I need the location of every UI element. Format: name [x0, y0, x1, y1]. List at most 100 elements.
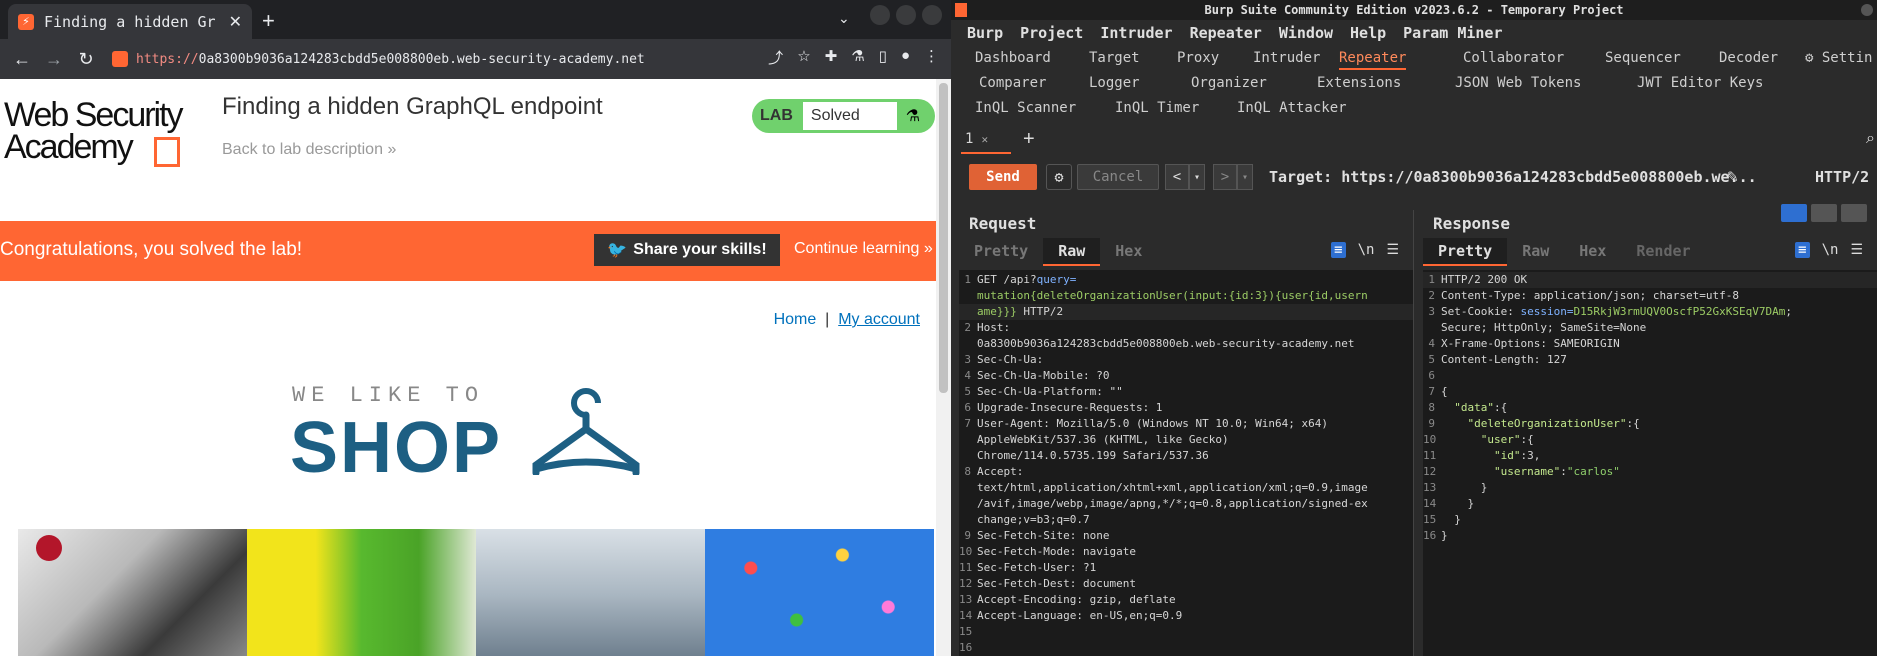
- menu-intruder[interactable]: Intruder: [1100, 24, 1172, 42]
- word-wrap-icon[interactable]: ≡: [1795, 242, 1810, 258]
- chevron-down-icon[interactable]: ⌄: [838, 10, 850, 27]
- tab-inql-timer[interactable]: InQL Timer: [1115, 96, 1199, 120]
- menu-window[interactable]: Window: [1279, 24, 1333, 42]
- back-arrow-icon[interactable]: ←: [6, 49, 38, 70]
- response-tab-pretty[interactable]: Pretty: [1423, 238, 1508, 266]
- layout-stacked-icon[interactable]: [1811, 204, 1837, 222]
- response-tab-raw[interactable]: Raw: [1507, 238, 1564, 266]
- response-editor[interactable]: 1 HTTP/2 200 OK 2 Content-Type: application…: [1423, 270, 1877, 656]
- line-number: 13: [959, 593, 973, 606]
- page-scrollbar[interactable]: [936, 79, 951, 656]
- congrats-text: Congratulations, you solved the lab!: [0, 239, 303, 260]
- word-wrap-icon[interactable]: ≡: [1331, 242, 1346, 258]
- request-tab-pretty[interactable]: Pretty: [959, 238, 1043, 266]
- back-to-lab-description-link[interactable]: Back to lab description »: [222, 141, 396, 159]
- close-tab-icon[interactable]: ✕: [981, 133, 988, 146]
- request-editor[interactable]: 1 GET /api?query= mutation{deleteOrganizat…: [959, 270, 1413, 656]
- add-tab-icon[interactable]: +: [1023, 128, 1035, 151]
- repeater-tab-1[interactable]: 1 ✕: [961, 126, 1011, 154]
- layout-tabs-icon[interactable]: [1841, 204, 1867, 222]
- edit-target-pencil-icon[interactable]: ✎: [1727, 166, 1738, 187]
- forward-arrow-icon[interactable]: →: [38, 49, 70, 70]
- profile-icon[interactable]: ●: [901, 47, 910, 68]
- tab-intruder[interactable]: Intruder: [1253, 46, 1320, 70]
- tab-settings[interactable]: ⚙ Settin: [1805, 46, 1872, 70]
- show-newlines-toggle[interactable]: \n: [1358, 242, 1375, 258]
- response-tab-render[interactable]: Render: [1621, 238, 1705, 266]
- line-number: 16: [1423, 529, 1437, 542]
- more-menu-icon[interactable]: ⋮: [924, 47, 939, 68]
- history-forward-dropdown-icon[interactable]: ▾: [1237, 164, 1253, 190]
- my-account-link[interactable]: My account: [838, 311, 920, 328]
- tab-dashboard[interactable]: Dashboard: [975, 46, 1051, 70]
- tab-comparer[interactable]: Comparer: [979, 71, 1046, 95]
- tab-sequencer[interactable]: Sequencer: [1605, 46, 1681, 70]
- site-info-icon[interactable]: [112, 51, 128, 67]
- continue-learning-link[interactable]: Continue learning »: [794, 240, 933, 258]
- window-maximize-button[interactable]: [896, 5, 916, 25]
- lab-flask-icon[interactable]: ⚗: [851, 47, 864, 68]
- tab-jwt-editor-keys[interactable]: JWT Editor Keys: [1637, 71, 1763, 95]
- history-forward-button[interactable]: >: [1213, 164, 1237, 190]
- menu-burp[interactable]: Burp: [967, 24, 1003, 42]
- toolbar-icons: ⤴ ☆ ✚ ⚗ ▯ ● ⋮: [768, 47, 939, 68]
- tab-inql-scanner[interactable]: InQL Scanner: [975, 96, 1076, 120]
- request-tab-raw[interactable]: Raw: [1043, 238, 1101, 266]
- tab-collaborator[interactable]: Collaborator: [1463, 46, 1564, 70]
- line-number: 1: [1428, 273, 1435, 286]
- request-tab-hex[interactable]: Hex: [1100, 238, 1157, 266]
- tab-json-web-tokens[interactable]: JSON Web Tokens: [1455, 71, 1581, 95]
- menu-help[interactable]: Help: [1350, 24, 1386, 42]
- window-minimize-button[interactable]: [870, 5, 890, 25]
- layout-side-by-side-icon[interactable]: [1781, 204, 1807, 222]
- tab-extensions[interactable]: Extensions: [1317, 71, 1401, 95]
- cancel-button[interactable]: Cancel: [1077, 164, 1159, 190]
- menu-project[interactable]: Project: [1020, 24, 1083, 42]
- tab-organizer[interactable]: Organizer: [1191, 71, 1267, 95]
- editor-menu-icon[interactable]: ☰: [1386, 242, 1399, 258]
- share-icon[interactable]: ⤴: [768, 47, 783, 68]
- response-tab-hex[interactable]: Hex: [1564, 238, 1621, 266]
- tab-target[interactable]: Target: [1089, 46, 1140, 70]
- line-number: 11: [959, 561, 973, 574]
- settings-gear-icon[interactable]: ⚙: [1046, 164, 1072, 190]
- code-token: mutation{deleteOrganizationUser(input:{i…: [977, 289, 1368, 302]
- product-image-bucket-of-doom[interactable]: [247, 529, 476, 656]
- product-image-balloons[interactable]: [705, 529, 934, 656]
- history-back-dropdown-icon[interactable]: ▾: [1189, 164, 1205, 190]
- tab-inql-attacker[interactable]: InQL Attacker: [1237, 96, 1347, 120]
- search-icon[interactable]: ⌕: [1866, 130, 1875, 148]
- menu-param-miner[interactable]: Param Miner: [1403, 24, 1502, 42]
- window-close-button[interactable]: [922, 5, 942, 25]
- history-back-button[interactable]: <: [1165, 164, 1189, 190]
- tab-decoder[interactable]: Decoder: [1719, 46, 1778, 70]
- web-security-academy-logo[interactable]: Web Security Academy: [4, 98, 204, 179]
- tab-repeater[interactable]: Repeater: [1339, 46, 1407, 70]
- scrollbar-thumb[interactable]: [939, 83, 948, 393]
- response-code-line: 13 }: [1423, 480, 1877, 496]
- show-newlines-toggle[interactable]: \n: [1822, 242, 1839, 258]
- send-button[interactable]: Send: [969, 164, 1037, 190]
- new-tab-icon[interactable]: +: [262, 8, 275, 34]
- window-control-button[interactable]: [1861, 4, 1873, 16]
- browser-tab[interactable]: ⚡ Finding a hidden Gr ✕: [8, 4, 252, 39]
- line-number: 1: [964, 273, 971, 286]
- menu-repeater[interactable]: Repeater: [1190, 24, 1262, 42]
- request-code-line: 4 Sec-Ch-Ua-Mobile: ?0: [959, 368, 1413, 384]
- share-skills-button[interactable]: 🐦 Share your skills!: [594, 234, 780, 266]
- sidebar-icon[interactable]: ▯: [879, 47, 887, 68]
- reload-icon[interactable]: ↻: [70, 49, 102, 70]
- http-version-label[interactable]: HTTP/2: [1815, 168, 1869, 186]
- tab-proxy[interactable]: Proxy: [1177, 46, 1219, 70]
- address-bar[interactable]: https://0a8300b9036a124283cbdd5e008800eb…: [112, 45, 712, 73]
- tab-logger[interactable]: Logger: [1089, 71, 1140, 95]
- product-image-laundromat[interactable]: [476, 529, 705, 656]
- code-token: session=: [1520, 305, 1574, 318]
- bookmark-star-icon[interactable]: ☆: [797, 47, 810, 68]
- editor-menu-icon[interactable]: ☰: [1850, 242, 1863, 258]
- home-link[interactable]: Home: [774, 311, 817, 328]
- extensions-puzzle-icon[interactable]: ✚: [825, 47, 838, 68]
- product-image-typewriter[interactable]: [18, 529, 247, 656]
- line-number: 3: [1428, 305, 1435, 318]
- close-tab-icon[interactable]: ✕: [229, 12, 242, 32]
